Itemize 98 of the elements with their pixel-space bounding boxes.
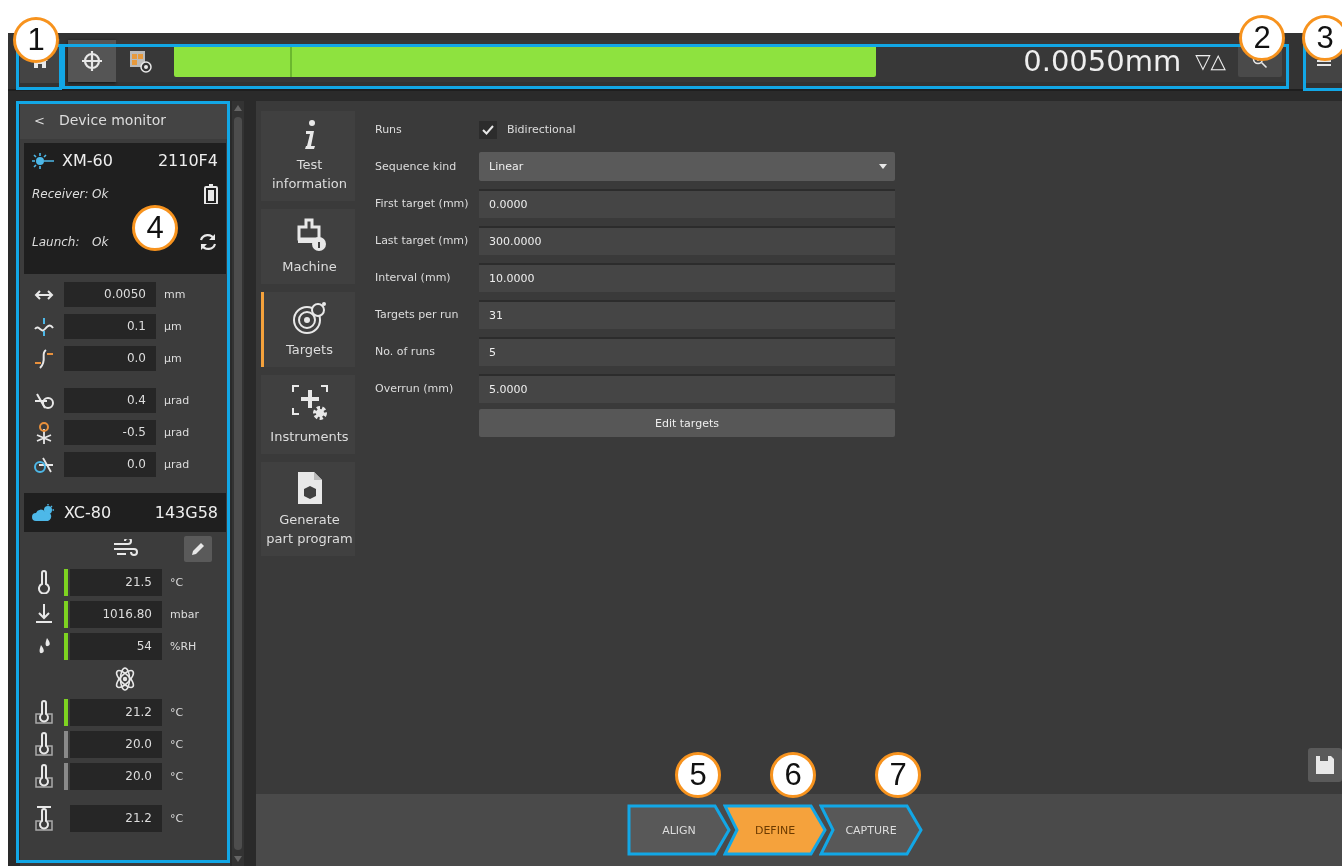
dropdown-value: Linear bbox=[489, 160, 524, 173]
unit-label: mm bbox=[164, 288, 186, 301]
edit-button[interactable] bbox=[184, 536, 212, 562]
input-field[interactable]: 5.0000 bbox=[479, 374, 895, 403]
back-button[interactable]: < bbox=[34, 112, 45, 128]
reading-field: 0.1 bbox=[64, 314, 156, 339]
reading-field: 0.0 bbox=[64, 346, 156, 371]
status-value: Ok bbox=[92, 235, 110, 249]
field-label: First target (mm) bbox=[375, 197, 470, 210]
input-field[interactable]: 300.0000 bbox=[479, 226, 895, 255]
cloud-sun-icon bbox=[32, 503, 56, 522]
floppy-icon bbox=[1315, 755, 1335, 775]
thermometer-icon bbox=[35, 732, 53, 756]
step-button[interactable]: CAPTURE bbox=[819, 804, 923, 856]
thermometer-icon bbox=[37, 570, 51, 594]
reading-field: 0.4 bbox=[64, 388, 156, 413]
serial-number: 143G58 bbox=[154, 503, 218, 522]
thermometer-icon bbox=[35, 805, 53, 831]
field-label: Last target (mm) bbox=[375, 234, 470, 247]
field-label: Targets per run bbox=[375, 308, 460, 321]
unit-label: °C bbox=[170, 769, 184, 783]
direction-arrows[interactable]: ▽△ bbox=[1195, 49, 1226, 73]
caret-icon bbox=[879, 164, 887, 169]
battery-icon bbox=[204, 184, 218, 204]
input-field[interactable]: 10.0000 bbox=[479, 263, 895, 292]
callout-number: 2 bbox=[1239, 15, 1285, 61]
reading-field: 54 bbox=[70, 632, 162, 660]
wind-icon bbox=[112, 539, 138, 559]
down-arrow-icon bbox=[234, 856, 242, 862]
up-arrow-icon bbox=[234, 105, 242, 111]
add-gear-icon bbox=[289, 383, 330, 423]
input-field[interactable]: 31 bbox=[479, 300, 895, 329]
edit-targets-button[interactable]: Edit targets bbox=[479, 409, 895, 437]
status-label: Launch: bbox=[32, 235, 81, 249]
unit-label: %RH bbox=[170, 639, 197, 653]
status-value: Ok bbox=[92, 187, 110, 201]
thermometer-icon bbox=[35, 700, 53, 724]
reading-value: 0.0050mm bbox=[1023, 44, 1182, 78]
reading-field: 20.0 bbox=[70, 730, 162, 758]
reading-field: 20.0 bbox=[70, 762, 162, 790]
unit-label: °C bbox=[170, 811, 184, 825]
dropdown[interactable]: Linear bbox=[479, 152, 895, 181]
side-tab[interactable]: Instruments bbox=[261, 375, 355, 454]
unit-label: °C bbox=[170, 737, 184, 751]
grid-target-icon bbox=[128, 49, 152, 73]
reading-field: 21.2 bbox=[70, 698, 162, 726]
step-button[interactable]: DEFINE bbox=[723, 804, 827, 856]
unit-label: µrad bbox=[164, 394, 190, 407]
crosshair-icon bbox=[81, 50, 103, 72]
field-label: Runs bbox=[375, 123, 403, 136]
input-field[interactable]: 5 bbox=[479, 337, 895, 366]
down-arrow-icon bbox=[34, 603, 54, 625]
wave-icon bbox=[33, 316, 55, 337]
curve-icon bbox=[34, 347, 54, 370]
checkbox-label: Bidirectional bbox=[507, 123, 576, 136]
unit-label: µrad bbox=[164, 426, 190, 439]
reading-field: 1016.80 bbox=[70, 600, 162, 628]
side-tab[interactable]: Generate part program bbox=[261, 462, 355, 556]
step-button[interactable]: ALIGN bbox=[627, 804, 731, 856]
unit-label: °C bbox=[170, 705, 184, 719]
refresh-icon bbox=[198, 232, 218, 252]
unit-label: mbar bbox=[170, 607, 199, 621]
field-label: Interval (mm) bbox=[375, 271, 452, 284]
field-label: Sequence kind bbox=[375, 160, 458, 173]
side-tab[interactable]: Targets bbox=[261, 292, 355, 367]
panel-title: Device monitor bbox=[58, 112, 166, 128]
unit-label: µm bbox=[164, 352, 182, 365]
yaw-icon bbox=[34, 420, 54, 445]
reading-field: 0.0050 bbox=[64, 282, 156, 307]
unit-label: °C bbox=[170, 575, 184, 589]
pencil-icon bbox=[191, 542, 205, 556]
starburst-icon bbox=[32, 152, 54, 169]
info-icon bbox=[302, 119, 317, 151]
check-icon bbox=[482, 124, 494, 135]
unit-label: µm bbox=[164, 320, 182, 333]
reading-field: 21.2 bbox=[70, 804, 162, 832]
side-tab[interactable]: Machine bbox=[261, 209, 355, 284]
side-tab[interactable]: Test information bbox=[261, 111, 355, 201]
field-label: Overrun (mm) bbox=[375, 382, 455, 395]
double-arrow-icon bbox=[34, 288, 54, 301]
target-icon bbox=[290, 300, 329, 336]
thermometer-icon bbox=[35, 764, 53, 788]
checkbox[interactable] bbox=[479, 120, 497, 139]
save-button[interactable] bbox=[1308, 748, 1342, 782]
reading-field: -0.5 bbox=[64, 420, 156, 445]
callout-number: 1 bbox=[13, 17, 59, 63]
unit-label: µrad bbox=[164, 458, 190, 471]
callout-number: 3 bbox=[1302, 15, 1342, 61]
reading-field: 0.0 bbox=[64, 452, 156, 477]
field-label: No. of runs bbox=[375, 345, 437, 358]
input-field[interactable]: 0.0000 bbox=[479, 189, 895, 218]
serial-number: 2110F4 bbox=[157, 151, 218, 170]
status-label: Receiver: bbox=[32, 187, 90, 201]
device-name: XM-60 bbox=[62, 151, 113, 170]
device-name: XC-80 bbox=[64, 503, 112, 522]
crosshair-button[interactable] bbox=[68, 40, 116, 82]
scrollbar[interactable] bbox=[232, 101, 244, 866]
reading-field: 21.5 bbox=[70, 568, 162, 596]
